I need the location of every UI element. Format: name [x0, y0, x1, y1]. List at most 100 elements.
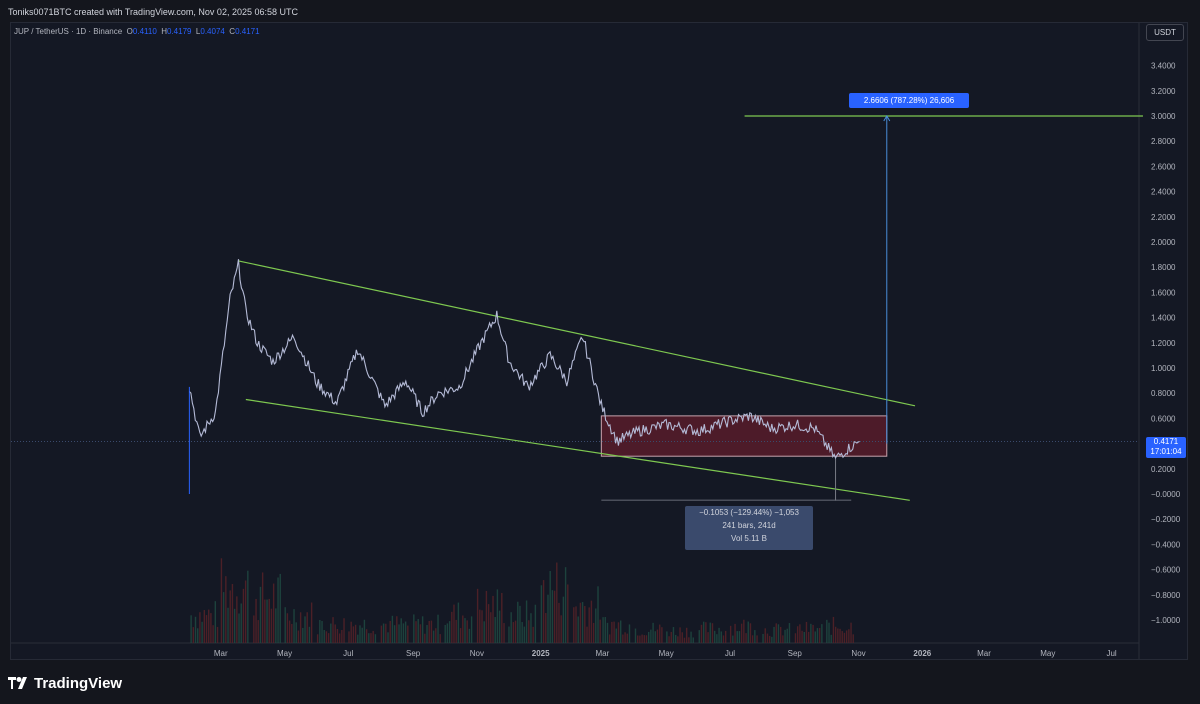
volume-bar	[553, 590, 556, 643]
projection-label[interactable]: 2.6606 (787.28%) 26,606	[849, 93, 969, 108]
chart-frame[interactable]: 3.4000 3.2000 3.0000 2.8000 2.6000 2.4000 2.20…	[10, 22, 1188, 660]
volume-bar	[304, 616, 306, 643]
volume-bar	[634, 628, 637, 643]
volume-bar	[762, 633, 764, 643]
volume-bar	[586, 626, 588, 643]
volume-bar	[481, 610, 483, 643]
volume-bar	[261, 572, 264, 643]
volume-bar	[528, 620, 530, 643]
volume-bar	[551, 590, 554, 643]
volume-bar	[773, 626, 775, 643]
volume-bar	[247, 570, 249, 643]
y-tick-label: 0.2000	[1151, 465, 1176, 474]
volume-bar	[510, 612, 512, 643]
volume-bar	[519, 605, 521, 643]
tradingview-logo[interactable]: TradingView	[8, 675, 122, 693]
volume-bar	[611, 621, 613, 643]
volume-bar	[426, 625, 428, 643]
volume-bar	[194, 616, 197, 643]
volume-bar	[592, 622, 595, 643]
volume-bar	[677, 636, 679, 643]
volume-bar	[359, 625, 361, 643]
volume-bar	[503, 623, 505, 643]
x-tick-label: Nov	[470, 649, 484, 658]
price-chart[interactable]: 3.4000 3.2000 3.0000 2.8000 2.6000 2.4000 2.20…	[11, 23, 1188, 660]
volume-bar	[330, 623, 332, 643]
volume-bar	[617, 622, 620, 643]
upper-trendline	[238, 260, 916, 407]
volume-bar	[775, 623, 777, 643]
volume-bar	[212, 625, 214, 643]
volume-bar	[786, 628, 788, 643]
volume-bar	[547, 594, 549, 643]
volume-bar	[779, 626, 782, 643]
volume-bar	[205, 615, 208, 643]
volume-bar	[709, 622, 711, 643]
tradingview-logo-icon	[8, 676, 30, 693]
volume-bar	[466, 620, 468, 643]
volume-bar	[549, 571, 551, 643]
volume-bar	[216, 626, 219, 643]
volume-bar	[451, 611, 453, 643]
volume-bar	[210, 613, 212, 643]
symbol-legend[interactable]: JUP / TetherUS · 1D · Binance O0.4110 H0…	[14, 27, 260, 36]
volume-bar	[567, 584, 569, 643]
volume-bar	[647, 631, 650, 643]
y-tick-label: −1.0000	[1151, 616, 1181, 625]
x-tick-label: Mar	[595, 649, 609, 658]
volume-bar	[321, 620, 323, 643]
volume-bar	[736, 631, 738, 643]
volume-bar	[707, 632, 709, 643]
volume-bar	[391, 615, 394, 643]
bar-countdown: 17:01:04	[1150, 447, 1182, 456]
currency-button[interactable]: USDT	[1146, 24, 1184, 41]
volume-bar	[732, 635, 734, 643]
volume-bar	[692, 637, 694, 643]
volume-bar	[606, 622, 609, 643]
volume-bar	[199, 612, 201, 643]
volume-bar	[784, 629, 786, 643]
high-value: 0.4179	[167, 27, 192, 36]
x-tick-label: Jul	[343, 649, 353, 658]
volume-bar	[297, 630, 300, 643]
volume-bar	[821, 624, 823, 643]
y-tick-label: 1.0000	[1151, 364, 1176, 373]
volume-bar	[534, 604, 537, 643]
volume-bar	[747, 621, 749, 643]
volume-bar	[222, 592, 225, 643]
volume-bar	[639, 635, 641, 643]
volume-bar	[259, 586, 262, 643]
volume-bar	[668, 636, 670, 643]
y-tick-label: 0.6000	[1151, 414, 1176, 423]
y-tick-label: 0.8000	[1151, 389, 1176, 398]
close-value: 0.4171	[235, 27, 260, 36]
volume-bar	[352, 626, 355, 643]
y-tick-label: −0.4000	[1151, 540, 1181, 549]
volume-bar	[756, 635, 758, 643]
volume-bar	[597, 586, 599, 643]
volume-bar	[564, 567, 567, 643]
volume-bar	[720, 631, 722, 643]
volume-bar	[370, 633, 372, 643]
volume-bar	[220, 558, 223, 643]
volume-bar	[316, 634, 319, 643]
volume-bar	[424, 633, 426, 643]
measure-box[interactable]: −0.1053 (−129.44%) −1,053 241 bars, 241d…	[685, 506, 813, 550]
volume-bar	[807, 631, 810, 643]
volume-bar	[430, 620, 433, 643]
volume-bar	[464, 618, 466, 643]
volume-bar	[387, 632, 389, 643]
volume-bar	[455, 619, 457, 643]
volume-bar	[826, 619, 828, 643]
y-tick-label: −0.6000	[1151, 566, 1181, 575]
volume-bar	[514, 620, 517, 643]
volume-bar	[229, 590, 231, 643]
volume-bar	[462, 615, 464, 643]
volume-bar	[545, 613, 547, 643]
volume-bar	[816, 628, 819, 643]
y-tick-label: −0.0000	[1151, 490, 1181, 499]
y-tick-label: 1.8000	[1151, 263, 1176, 272]
volume-bar	[319, 619, 321, 643]
volume-bar	[839, 628, 841, 643]
volume-bar	[508, 626, 510, 643]
